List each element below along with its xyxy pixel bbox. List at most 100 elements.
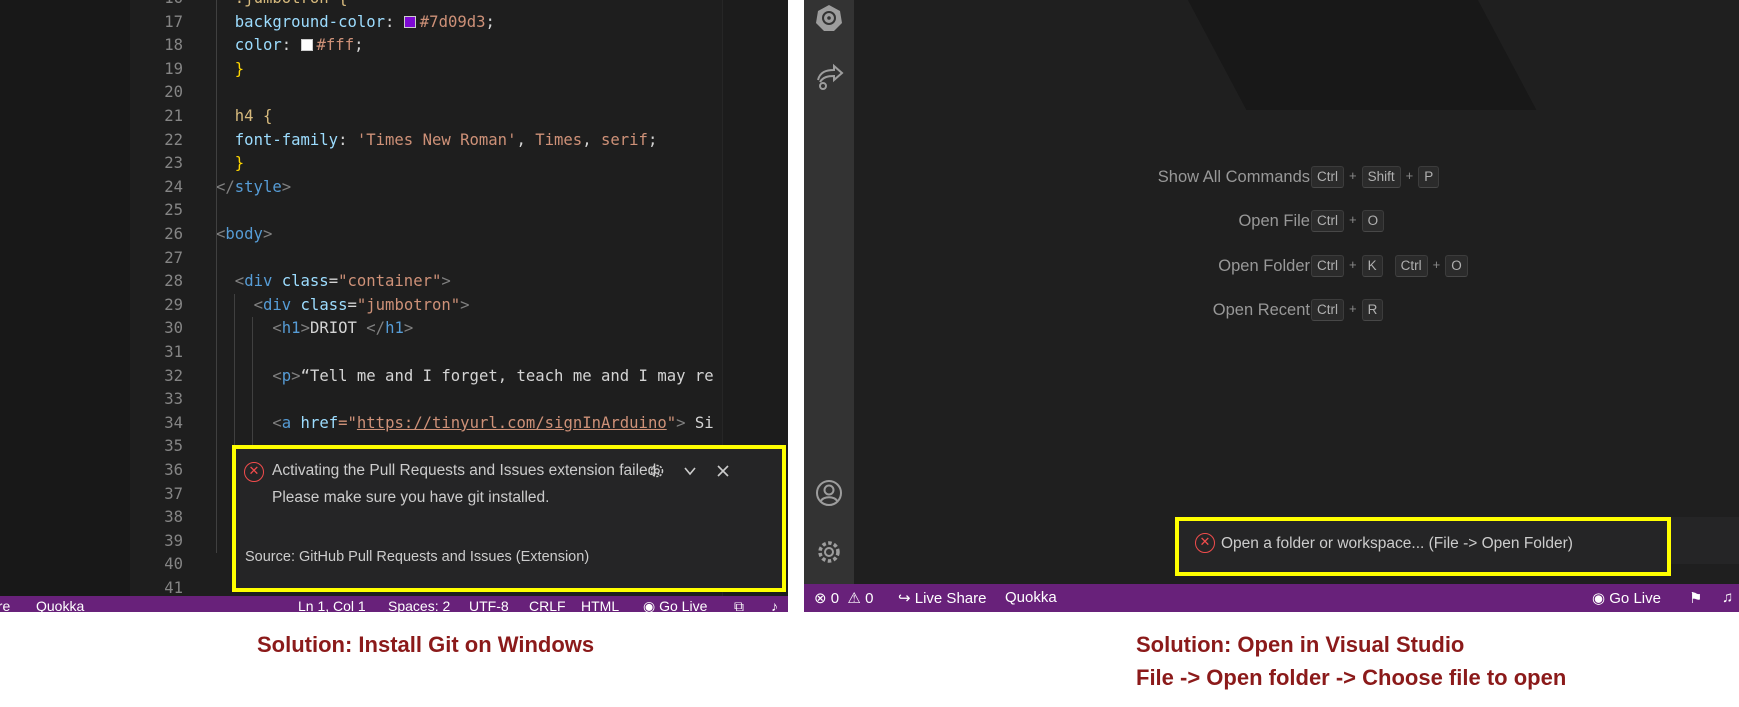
status-item-encoding[interactable]: UTF-8 (469, 598, 509, 612)
line-number: 37 (164, 484, 183, 503)
status-item-cursor-position[interactable]: Ln 1, Col 1 (298, 598, 366, 612)
line-code: } (235, 152, 244, 175)
code-token: color (234, 36, 282, 55)
problems-indicator[interactable]: ⊗ 0 ⚠ 0 (814, 589, 873, 607)
shortcut-row[interactable]: Open Folder Ctrl + K Ctrl + O (804, 255, 1739, 279)
key-plus: + (1349, 301, 1357, 316)
keyboard-key: R (1361, 299, 1384, 321)
code-token: > (676, 413, 686, 432)
keyboard-key: Ctrl (1311, 299, 1344, 321)
code-token: class (291, 295, 348, 314)
code-line[interactable]: 30 <h1>DRIOT </h1> (0, 317, 788, 340)
code-token: </ (216, 177, 235, 196)
line-code: color: #fff; (235, 34, 364, 57)
shortcut-row[interactable]: Open File Ctrl + O (804, 210, 1739, 234)
keyboard-key: Shift (1361, 166, 1401, 188)
code-token: background-color (234, 12, 386, 31)
account-icon[interactable] (813, 478, 845, 510)
code-line[interactable]: 29 <div class="jumbotron"> (0, 294, 788, 317)
line-number: 39 (164, 531, 183, 550)
live-share-status[interactable]: ↪ Live Share (898, 589, 986, 607)
code-line[interactable]: 21 h4 { (0, 105, 788, 128)
extension-error-notification: ✕ Activating the Pull Requests and Issue… (232, 445, 786, 592)
code-line[interactable]: 17 background-color: #7d09d3; (0, 11, 788, 34)
go-live-status[interactable]: ◉ Go Live (1592, 589, 1661, 607)
code-line[interactable]: 16 .jumbotron { (0, 0, 788, 10)
code-token: h1 (385, 319, 404, 338)
status-item-quokka[interactable]: Quokka (36, 598, 84, 612)
code-line[interactable]: 33 (0, 388, 788, 411)
code-line[interactable]: 27 (0, 247, 788, 270)
color-swatch[interactable] (300, 39, 313, 52)
line-number: 33 (164, 390, 183, 409)
feedback-icon[interactable]: ⚑ (1689, 589, 1702, 607)
code-token: “Tell me and I forget, teach me and I ma… (300, 366, 714, 385)
code-token: p (281, 366, 292, 385)
code-token: : (385, 12, 404, 31)
chevron-down-icon[interactable] (679, 460, 701, 482)
code-line[interactable]: 34 <a href="https://tinyurl.com/signInArd… (0, 412, 788, 435)
shortcut-label: Open File (1238, 212, 1310, 230)
bell-icon[interactable]: ♪ (771, 598, 778, 612)
line-code: background-color: #7d09d3; (235, 11, 495, 34)
close-icon[interactable] (712, 460, 734, 482)
line-number: 25 (164, 201, 183, 220)
color-swatch[interactable] (403, 15, 416, 28)
code-line[interactable]: 32 <p>“Tell me and I forget, teach me and… (0, 365, 788, 388)
code-line[interactable]: 31 (0, 341, 788, 364)
shortcut-row[interactable]: Open Recent Ctrl + R (804, 299, 1739, 323)
code-token: a (281, 413, 292, 432)
code-line[interactable]: 19} (0, 58, 788, 81)
quokka-status[interactable]: Quokka (1005, 589, 1057, 606)
gear-icon[interactable] (646, 460, 668, 482)
bell-icon[interactable]: ♫ (1722, 589, 1733, 606)
caption-left-solution: Solution: Install Git on Windows (257, 632, 595, 657)
code-line[interactable]: 18 color: #fff; (0, 34, 788, 57)
line-number: 16 (130, 0, 183, 10)
line-number: 17 (164, 12, 183, 31)
code-line[interactable]: 28 <div class="container"> (0, 270, 788, 293)
code-line[interactable]: 25 (0, 199, 788, 222)
manage-gear-icon[interactable] (813, 537, 845, 569)
line-number: 36 (164, 461, 183, 479)
live-share-icon[interactable] (813, 62, 845, 94)
code-line[interactable]: 23} (0, 152, 788, 175)
line-number: 28 (164, 272, 183, 291)
code-token: : (338, 130, 357, 149)
shortcut-row[interactable]: Show All Commands Ctrl + Shift + P (804, 166, 1739, 190)
status-item-share[interactable]: are (0, 598, 10, 612)
status-item-indentation[interactable]: Spaces: 2 (388, 598, 450, 612)
status-item-language[interactable]: HTML (581, 598, 619, 612)
code-line[interactable]: 20 (0, 81, 788, 104)
live-share-label: Live Share (914, 590, 987, 607)
line-number: 20 (164, 83, 183, 102)
line-code: </style> (216, 176, 291, 199)
kubernetes-icon[interactable] (813, 2, 845, 34)
shortcut-keys: Ctrl + K Ctrl + O (1311, 255, 1468, 277)
code-token: " (666, 413, 677, 432)
code-token: 'Times New Roman' (356, 130, 517, 149)
code-token: Si (685, 413, 714, 432)
keyboard-key: Ctrl (1394, 255, 1428, 277)
keyboard-key: O (1361, 210, 1385, 232)
code-token: < (272, 413, 282, 432)
code-token: > (403, 319, 414, 338)
code-line[interactable]: 26 <body> (0, 223, 788, 246)
code-line[interactable]: 22 font-family: 'Times New Roman', Times,… (0, 129, 788, 152)
code-token: > (441, 272, 451, 291)
remote-icon[interactable]: ⧉ (734, 598, 744, 612)
notification-source: Source: GitHub Pull Requests and Issues … (245, 549, 590, 565)
status-item-go-live[interactable]: ◉ Go Live (643, 598, 707, 612)
line-number: 24 (164, 177, 183, 196)
code-token: ; (485, 12, 495, 31)
status-item-line-endings[interactable]: CRLF (529, 598, 566, 612)
code-line[interactable]: 24 </style> (0, 176, 788, 199)
code-token: div (262, 295, 292, 314)
code-token: > (300, 319, 310, 338)
code-token: : (281, 36, 301, 55)
shortcut-keys: Ctrl + Shift + P (1311, 166, 1440, 188)
line-number: 34 (164, 413, 183, 432)
code-token: < (234, 272, 245, 291)
code-token: </ (366, 319, 386, 338)
broadcast-icon: ◉ (1592, 590, 1610, 607)
